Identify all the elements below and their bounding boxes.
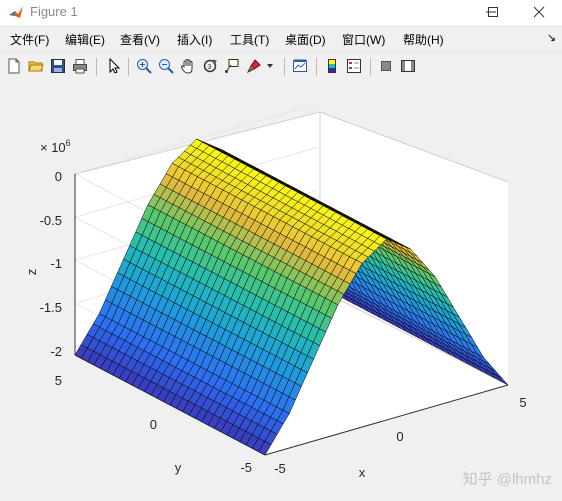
link-plot-icon[interactable]: [290, 56, 310, 76]
save-icon[interactable]: [48, 56, 68, 76]
menu-view[interactable]: 查看(V): [120, 31, 160, 48]
x-tick-label: 0: [396, 429, 403, 444]
watermark: 知乎 @lhmhz: [462, 471, 552, 488]
data-cursor-icon[interactable]: [222, 56, 242, 76]
close-icon: [533, 6, 545, 18]
brush-icon[interactable]: [244, 56, 264, 76]
y-axis-label: y: [175, 460, 182, 475]
matlab-icon: [8, 4, 24, 20]
toolbar-separator: [316, 58, 317, 76]
rotate-3d-icon[interactable]: 3: [200, 56, 220, 76]
insert-legend-icon[interactable]: [344, 56, 364, 76]
dock-arrow-icon[interactable]: ↘: [547, 31, 556, 44]
maximize-icon: [488, 7, 498, 17]
y-tick-label: 5: [55, 373, 62, 388]
toolbar-separator: [96, 58, 97, 76]
pan-hand-icon[interactable]: [178, 56, 198, 76]
x-tick-label: 5: [519, 395, 526, 410]
edit-plot-arrow-icon[interactable]: [104, 56, 124, 76]
y-tick-label: -5: [240, 460, 252, 475]
menu-edit[interactable]: 编辑(E): [65, 31, 105, 48]
print-icon[interactable]: [70, 56, 90, 76]
x-tick-label: -5: [274, 461, 286, 476]
menu-file[interactable]: 文件(F): [10, 31, 49, 48]
menu-desktop[interactable]: 桌面(D): [285, 31, 326, 48]
svg-text:3: 3: [208, 64, 212, 71]
menu-tools[interactable]: 工具(T): [230, 31, 269, 48]
z-tick-label: -1: [50, 256, 62, 271]
window-title: Figure 1: [30, 4, 78, 19]
z-tick-label: -0.5: [40, 213, 62, 228]
z-tick-label: -2: [50, 344, 62, 359]
show-plot-tools-icon[interactable]: [398, 56, 418, 76]
close-button[interactable]: [516, 0, 562, 24]
z-tick-label: -1.5: [40, 300, 62, 315]
x-axis-label: x: [359, 465, 366, 480]
insert-colorbar-icon[interactable]: [322, 56, 342, 76]
y-tick-label: 0: [150, 417, 157, 432]
zoom-out-icon[interactable]: [156, 56, 176, 76]
zoom-in-icon[interactable]: [134, 56, 154, 76]
title-bar: Figure 1: [0, 0, 562, 27]
figure-canvas[interactable]: × 106 0 -0.5 -1 -1.5 -2 z 5 0 -5 y -5 0 …: [0, 81, 562, 501]
exponent-label: × 106: [40, 138, 71, 155]
menu-insert[interactable]: 插入(I): [177, 31, 212, 48]
menu-bar: 文件(F) 编辑(E) 查看(V) 插入(I) 工具(T) 桌面(D) 窗口(W…: [0, 27, 562, 49]
maximize-button-real[interactable]: [470, 0, 516, 24]
hide-plot-tools-icon[interactable]: [376, 56, 396, 76]
toolbar: 3: [0, 52, 562, 82]
toolbar-separator: [370, 58, 371, 76]
menu-window[interactable]: 窗口(W): [342, 31, 385, 48]
surface-plot[interactable]: × 106 0 -0.5 -1 -1.5 -2 z 5 0 -5 y -5 0 …: [0, 81, 562, 501]
toolbar-separator: [128, 58, 129, 76]
brush-dropdown-icon[interactable]: [264, 56, 276, 76]
menu-help[interactable]: 帮助(H): [403, 31, 444, 48]
z-tick-label: 0: [55, 169, 62, 184]
new-figure-icon[interactable]: [4, 56, 24, 76]
z-axis-label: z: [24, 269, 39, 276]
toolbar-separator: [284, 58, 285, 76]
open-file-icon[interactable]: [26, 56, 46, 76]
